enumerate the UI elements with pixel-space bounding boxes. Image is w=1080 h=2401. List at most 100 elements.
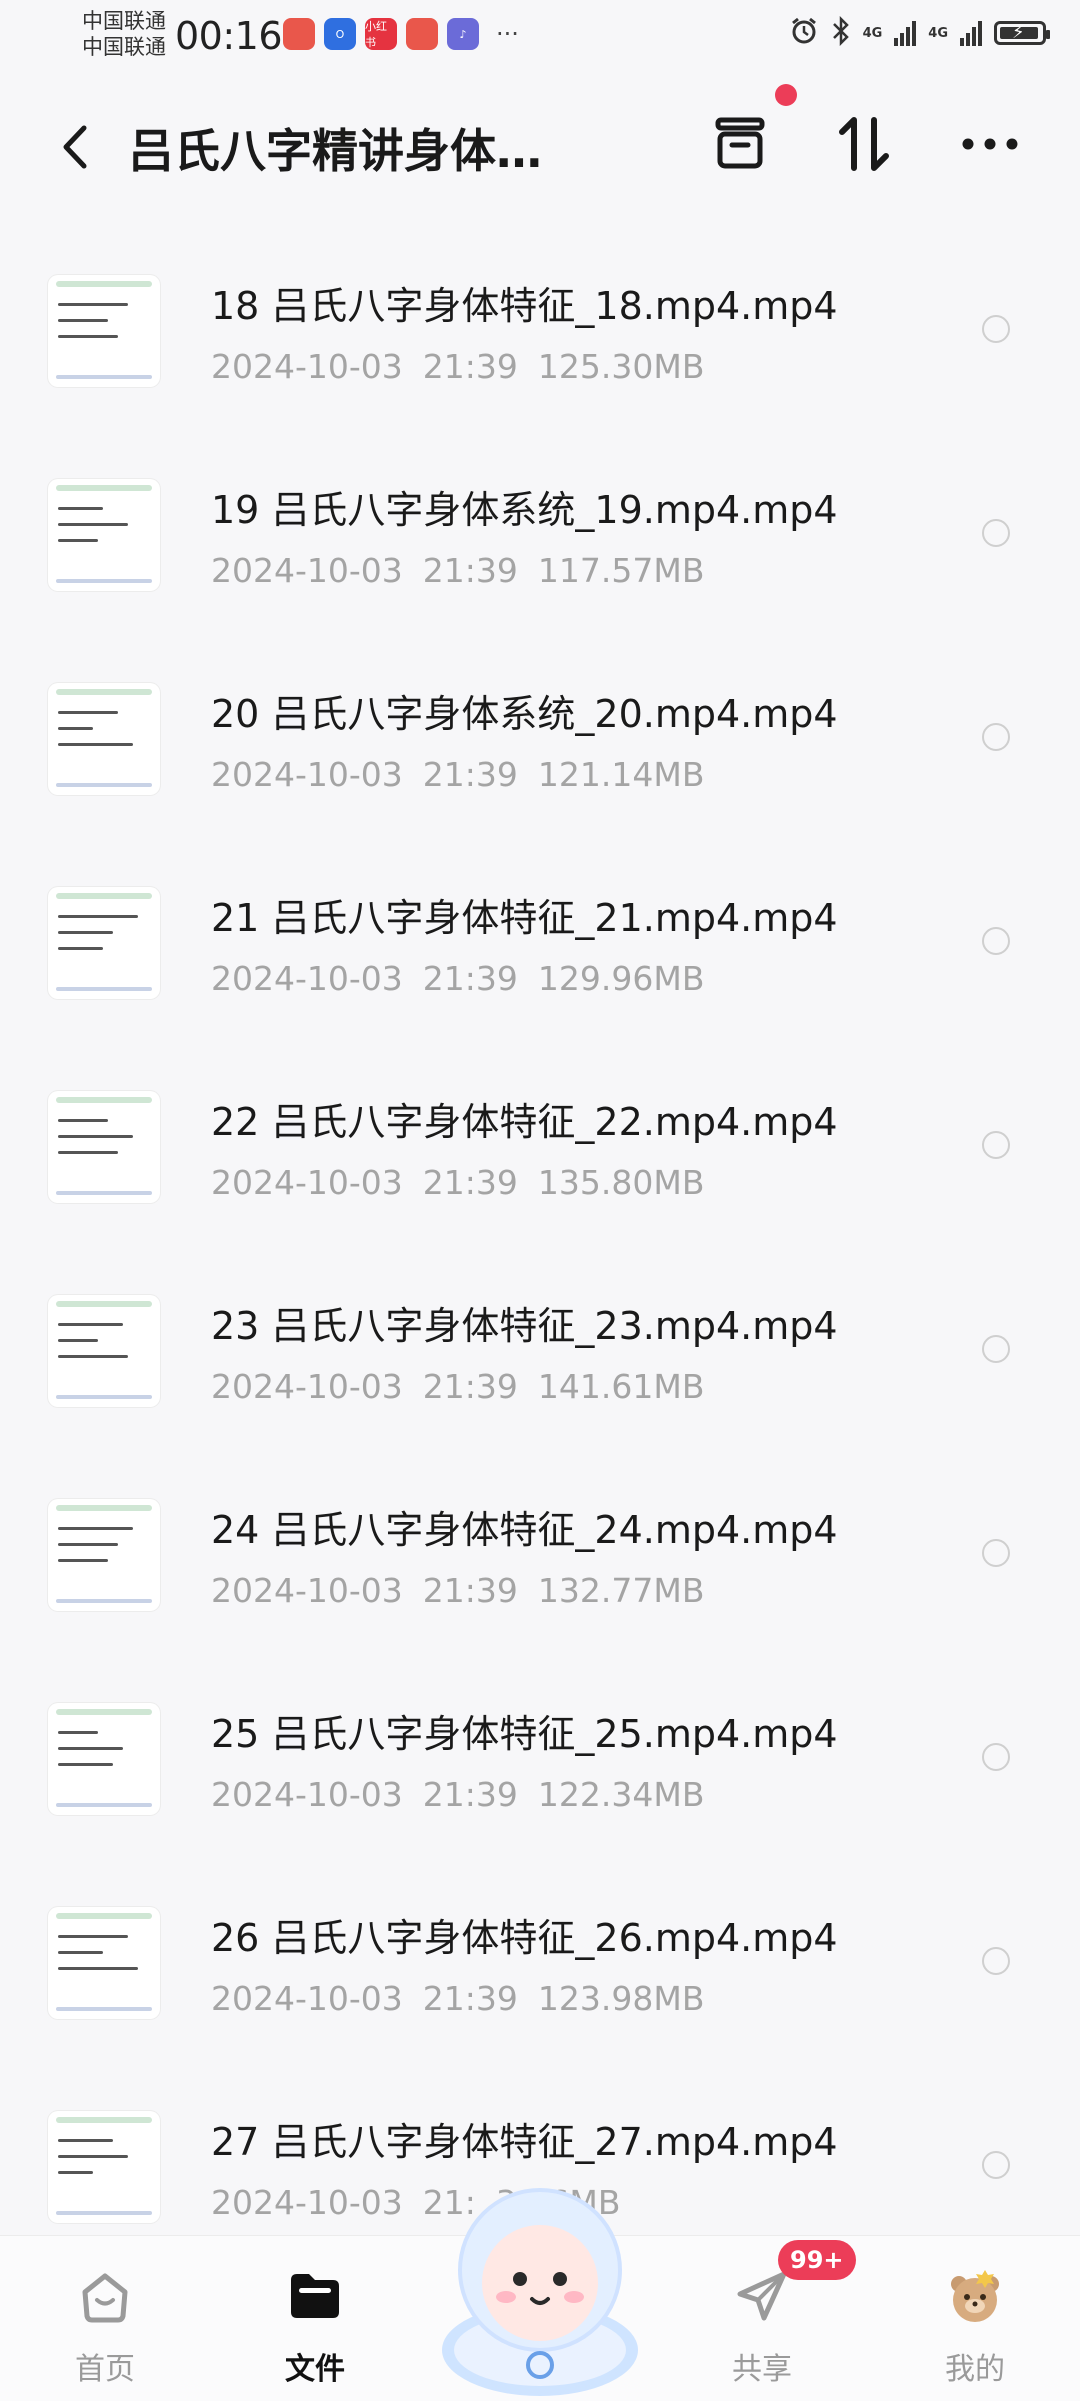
file-size: 117.57MB bbox=[537, 551, 705, 590]
file-name: 19 吕氏八字身体系统_19.mp4.mp4 bbox=[211, 488, 838, 532]
file-time: 21:39 bbox=[422, 959, 518, 998]
file-time: 21:39 bbox=[422, 1367, 518, 1406]
file-list-item[interactable]: 18 吕氏八字身体特征_18.mp4.mp4 2024-10-03 21:39 125… bbox=[0, 250, 1080, 454]
paper-plane-icon bbox=[737, 2271, 787, 2321]
clock: 00:16 bbox=[175, 14, 283, 58]
file-list-item[interactable]: 23 吕氏八字身体特征_23.mp4.mp4 2024-10-03 21:39 141… bbox=[0, 1270, 1080, 1474]
file-size: 121.14MB bbox=[537, 755, 705, 794]
file-name: 27 吕氏八字身体特征_27.mp4.mp4 bbox=[211, 2120, 838, 2164]
select-radio[interactable] bbox=[982, 2151, 1010, 2179]
video-thumbnail bbox=[48, 683, 160, 795]
sort-button[interactable] bbox=[829, 109, 899, 179]
select-radio[interactable] bbox=[982, 1947, 1010, 1975]
video-thumbnail bbox=[48, 1703, 160, 1815]
file-time: 21:39 bbox=[422, 347, 518, 386]
alarm-icon bbox=[789, 16, 819, 50]
share-badge: 99+ bbox=[778, 2240, 856, 2280]
select-radio[interactable] bbox=[982, 927, 1010, 955]
file-name: 22 吕氏八字身体特征_22.mp4.mp4 bbox=[211, 1100, 838, 1144]
nav-mine-label: 我的 bbox=[945, 2352, 1005, 2387]
file-size: 141.61MB bbox=[537, 1367, 705, 1406]
file-list-item[interactable]: 25 吕氏八字身体特征_25.mp4.mp4 2024-10-03 21:39 122… bbox=[0, 1678, 1080, 1882]
file-name: 18 吕氏八字身体特征_18.mp4.mp4 bbox=[211, 284, 838, 328]
file-meta: 2024-10-03 21:39 132.77MB bbox=[211, 1571, 704, 1610]
archive-icon bbox=[715, 117, 765, 169]
file-time: 21:39 bbox=[422, 1571, 518, 1610]
page-title: 吕氏八字精讲身体… bbox=[128, 124, 542, 178]
video-thumbnail bbox=[48, 1091, 160, 1203]
file-list-item[interactable]: 19 吕氏八字身体系统_19.mp4.mp4 2024-10-03 21:39 117… bbox=[0, 454, 1080, 658]
signal-icon-1 bbox=[894, 20, 917, 46]
file-size: 123.98MB bbox=[537, 1979, 705, 2018]
sort-icon bbox=[839, 117, 889, 171]
bear-avatar-icon bbox=[951, 2270, 999, 2322]
archive-button[interactable] bbox=[705, 109, 775, 179]
file-list-item[interactable]: 21 吕氏八字身体特征_21.mp4.mp4 2024-10-03 21:39 129… bbox=[0, 862, 1080, 1066]
file-meta: 2024-10-03 21:39 141.61MB bbox=[211, 1367, 704, 1406]
xiaohongshu-icon: 小红书 bbox=[365, 18, 397, 50]
more-dots-icon bbox=[962, 138, 1018, 150]
home-icon bbox=[82, 2273, 128, 2323]
file-list-item[interactable]: 24 吕氏八字身体特征_24.mp4.mp4 2024-10-03 21:39 132… bbox=[0, 1474, 1080, 1678]
system-icons: 4G 4G ⚡ bbox=[789, 15, 1050, 50]
file-date: 2024-10-03 bbox=[211, 1571, 403, 1610]
file-meta: 2024-10-03 21:39 135.80MB bbox=[211, 1163, 704, 1202]
nav-files[interactable]: 文件 bbox=[245, 2236, 385, 2401]
file-date: 2024-10-03 bbox=[211, 347, 403, 386]
file-list-item[interactable]: 22 吕氏八字身体特征_22.mp4.mp4 2024-10-03 21:39 135… bbox=[0, 1066, 1080, 1270]
video-thumbnail bbox=[48, 1907, 160, 2019]
music-icon: ♪ bbox=[447, 18, 479, 50]
o-app-icon: O bbox=[324, 18, 356, 50]
nav-home[interactable]: 首页 bbox=[35, 2236, 175, 2401]
mascot-assistant-button[interactable] bbox=[428, 2175, 652, 2400]
file-time: 21:39 bbox=[422, 755, 518, 794]
file-date: 2024-10-03 bbox=[211, 1163, 403, 1202]
nav-files-label: 文件 bbox=[285, 2352, 345, 2387]
select-radio[interactable] bbox=[982, 1539, 1010, 1567]
file-list-item[interactable]: 20 吕氏八字身体系统_20.mp4.mp4 2024-10-03 21:39 121… bbox=[0, 658, 1080, 862]
select-radio[interactable] bbox=[982, 723, 1010, 751]
file-meta: 2024-10-03 21:39 125.30MB bbox=[211, 347, 704, 386]
video-thumbnail bbox=[48, 1499, 160, 1611]
back-button[interactable] bbox=[50, 117, 100, 177]
file-meta: 2024-10-03 21:39 122.34MB bbox=[211, 1775, 704, 1814]
file-name: 21 吕氏八字身体特征_21.mp4.mp4 bbox=[211, 896, 838, 940]
signal-icon-2 bbox=[960, 20, 982, 46]
chevron-left-icon bbox=[63, 125, 87, 169]
notification-icons: O 小红书 ♪ ··· bbox=[283, 18, 519, 50]
file-date: 2024-10-03 bbox=[211, 959, 403, 998]
select-radio[interactable] bbox=[982, 1335, 1010, 1363]
file-meta: 2024-10-03 21:39 121.14MB bbox=[211, 755, 704, 794]
file-list-item[interactable]: 26 吕氏八字身体特征_26.mp4.mp4 2024-10-03 21:39 123… bbox=[0, 1882, 1080, 2086]
header: 吕氏八字精讲身体… bbox=[0, 95, 1080, 195]
video-thumbnail bbox=[48, 2111, 160, 2223]
video-thumbnail bbox=[48, 479, 160, 591]
file-meta: 2024-10-03 21:39 129.96MB bbox=[211, 959, 704, 998]
select-radio[interactable] bbox=[982, 519, 1010, 547]
select-radio[interactable] bbox=[982, 1743, 1010, 1771]
file-size: 135.80MB bbox=[537, 1163, 705, 1202]
file-size: 125.30MB bbox=[537, 347, 705, 386]
carrier-labels: 中国联通 中国联通 bbox=[82, 8, 166, 60]
file-time: 21:39 bbox=[422, 1979, 518, 2018]
charging-bolt-icon: ⚡ bbox=[1012, 22, 1025, 43]
more-button[interactable] bbox=[955, 109, 1025, 179]
video-thumbnail bbox=[48, 1295, 160, 1407]
select-radio[interactable] bbox=[982, 315, 1010, 343]
select-radio[interactable] bbox=[982, 1131, 1010, 1159]
file-time: 21:39 bbox=[422, 1775, 518, 1814]
folder-icon bbox=[291, 2274, 339, 2318]
file-size: 132.77MB bbox=[537, 1571, 705, 1610]
video-thumbnail bbox=[48, 887, 160, 999]
notification-dot bbox=[775, 84, 797, 106]
status-bar: 中国联通 中国联通 00:16 O 小红书 ♪ ··· 4G 4G ⚡ bbox=[0, 0, 1080, 72]
file-date: 2024-10-03 bbox=[211, 1367, 403, 1406]
file-time: 21:39 bbox=[422, 1163, 518, 1202]
file-meta: 2024-10-03 21:39 123.98MB bbox=[211, 1979, 704, 2018]
file-size: 129.96MB bbox=[537, 959, 705, 998]
file-date: 2024-10-03 bbox=[211, 551, 403, 590]
nav-mine[interactable]: 我的 bbox=[905, 2236, 1045, 2401]
carrier-1: 中国联通 bbox=[82, 9, 166, 33]
video-thumbnail bbox=[48, 275, 160, 387]
file-date: 2024-10-03 bbox=[211, 1979, 403, 2018]
